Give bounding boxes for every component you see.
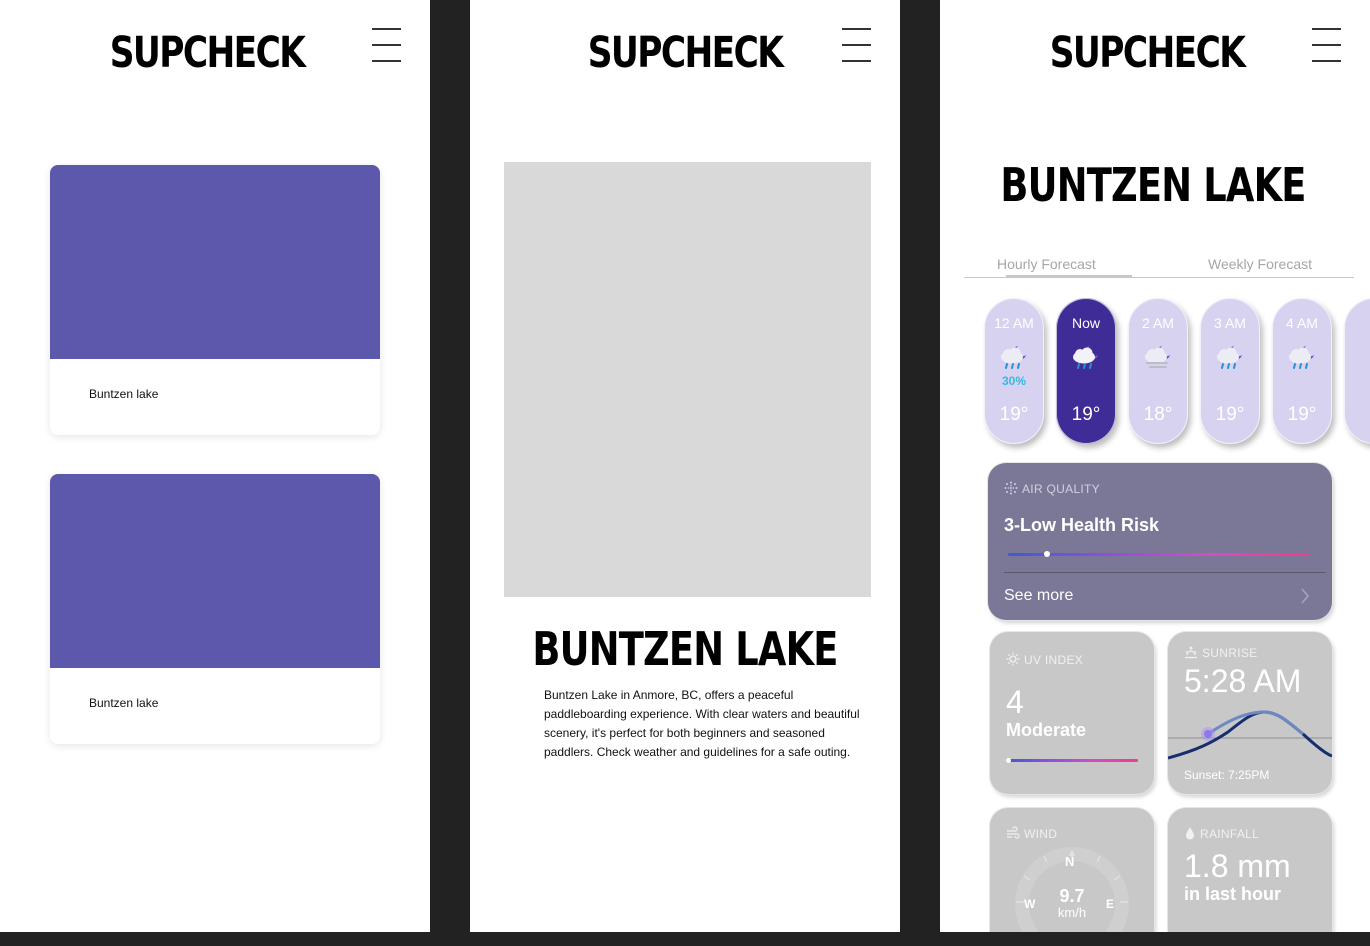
sun-path-graph bbox=[1168, 710, 1332, 760]
air-quality-card[interactable]: AIR QUALITY 3-Low Health Risk See more bbox=[988, 463, 1332, 620]
brand-logo: SUPCHECK bbox=[587, 28, 784, 78]
chevron-right-icon[interactable] bbox=[1300, 587, 1310, 605]
sun-icon bbox=[1006, 652, 1020, 666]
air-quality-value: 3-Low Health Risk bbox=[1004, 515, 1160, 535]
cloud-rain-moon-icon bbox=[1073, 346, 1098, 369]
active-tab-indicator bbox=[1006, 275, 1132, 277]
hour-pill[interactable]: 12 AM 30% 19° bbox=[984, 298, 1044, 444]
cloud-fog-moon-icon bbox=[1145, 346, 1170, 368]
sunrise-time: 5:28 AM bbox=[1184, 663, 1302, 699]
screen-lake-list: SUPCHECK Buntzen lake Buntzen lake bbox=[0, 0, 430, 932]
lake-image-placeholder bbox=[504, 162, 871, 597]
cloud-rain-moon-icon bbox=[1217, 346, 1242, 369]
uv-index-level: Moderate bbox=[1006, 720, 1087, 740]
tab-hourly-forecast[interactable]: Hourly Forecast bbox=[997, 256, 1096, 272]
hamburger-menu-icon[interactable] bbox=[1312, 28, 1341, 62]
hour-temp: 19° bbox=[1215, 404, 1245, 425]
sunrise-card[interactable]: SUNRISE 5:28 AM Sunset: 7:25PM bbox=[1168, 632, 1332, 794]
hourly-forecast-row[interactable]: 12 AM 30% 19° Now 19° 2 AM 18° 3 AM 19° … bbox=[984, 298, 1370, 448]
lake-card[interactable]: Buntzen lake bbox=[50, 165, 380, 435]
lake-title: BUNTZEN LAKE bbox=[532, 622, 838, 676]
lake-card[interactable]: Buntzen lake bbox=[50, 474, 380, 744]
hour-time: 4 AM bbox=[1286, 315, 1318, 331]
uv-index-card[interactable]: UV INDEX 4 Moderate bbox=[990, 632, 1154, 794]
hour-pill[interactable]: 3 AM 19° bbox=[1200, 298, 1260, 444]
lake-card-label: Buntzen lake bbox=[89, 387, 159, 401]
hour-time: 3 AM bbox=[1214, 315, 1246, 331]
air-quality-heading: AIR QUALITY bbox=[1004, 481, 1100, 496]
hour-temp: 18° bbox=[1143, 404, 1173, 425]
brand-logo: SUPCHECK bbox=[109, 28, 306, 78]
screen-lake-forecast: SUPCHECK BUNTZEN LAKE Hourly Forecast We… bbox=[940, 0, 1370, 932]
hour-time: 2 AM bbox=[1142, 315, 1174, 331]
forecast-tabs: Hourly Forecast Weekly Forecast bbox=[964, 250, 1354, 278]
wind-card[interactable]: WIND N W E 9.7 km/h bbox=[990, 808, 1154, 932]
compass-north-label: N bbox=[1065, 854, 1075, 869]
lake-title: BUNTZEN LAKE bbox=[1000, 158, 1306, 212]
rainfall-card[interactable]: RAINFALL 1.8 mm in last hour bbox=[1168, 808, 1332, 932]
uv-indicator bbox=[1006, 758, 1011, 763]
hour-temp: 19° bbox=[1287, 404, 1317, 425]
screen-lake-detail: SUPCHECK BUNTZEN LAKE Buntzen Lake in An… bbox=[470, 0, 900, 932]
uv-index-value: 4 bbox=[1006, 684, 1024, 720]
hour-pill[interactable]: 2 AM 18° bbox=[1128, 298, 1188, 444]
uv-scale-bar bbox=[1006, 759, 1138, 762]
rainfall-value: 1.8 mm bbox=[1184, 848, 1291, 884]
cloud-rain-moon-icon bbox=[1289, 346, 1314, 369]
hour-precip-chance: 30% bbox=[1001, 374, 1027, 388]
rainfall-period: in last hour bbox=[1184, 884, 1282, 904]
air-quality-icon bbox=[1004, 481, 1018, 495]
hour-temp: 19° bbox=[1071, 404, 1101, 425]
see-more-link[interactable]: See more bbox=[1004, 587, 1073, 605]
sunset-time: Sunset: 7:25PM bbox=[1184, 768, 1270, 782]
hour-pill[interactable] bbox=[1344, 298, 1370, 444]
uv-index-heading: UV INDEX bbox=[1006, 652, 1083, 667]
air-quality-scale-bar bbox=[1008, 553, 1310, 556]
hour-pill[interactable]: 4 AM 19° bbox=[1272, 298, 1332, 444]
air-quality-indicator bbox=[1044, 551, 1051, 557]
hamburger-menu-icon[interactable] bbox=[842, 28, 871, 62]
wind-unit: km/h bbox=[1057, 905, 1087, 920]
cloud-rain-moon-icon bbox=[1001, 346, 1026, 369]
lake-card-image bbox=[50, 165, 380, 359]
lake-card-image bbox=[50, 474, 380, 668]
brand-logo: SUPCHECK bbox=[1049, 28, 1246, 78]
hour-pill-now[interactable]: Now 19° bbox=[1056, 298, 1116, 444]
tab-weekly-forecast[interactable]: Weekly Forecast bbox=[1208, 256, 1312, 272]
sunrise-heading: SUNRISE bbox=[1184, 645, 1257, 660]
wind-speed: 9.7 bbox=[1059, 886, 1085, 906]
lake-card-label: Buntzen lake bbox=[89, 696, 159, 710]
divider bbox=[1004, 572, 1326, 573]
raindrop-icon bbox=[1186, 827, 1194, 840]
lake-description: Buntzen Lake in Anmore, BC, offers a pea… bbox=[544, 688, 860, 759]
hamburger-menu-icon[interactable] bbox=[372, 28, 401, 62]
hour-time: 12 AM bbox=[994, 315, 1034, 331]
hour-time: Now bbox=[1071, 315, 1100, 331]
hour-temp: 19° bbox=[999, 404, 1029, 425]
rainfall-heading: RAINFALL bbox=[1184, 826, 1259, 841]
sunrise-icon bbox=[1185, 646, 1197, 659]
